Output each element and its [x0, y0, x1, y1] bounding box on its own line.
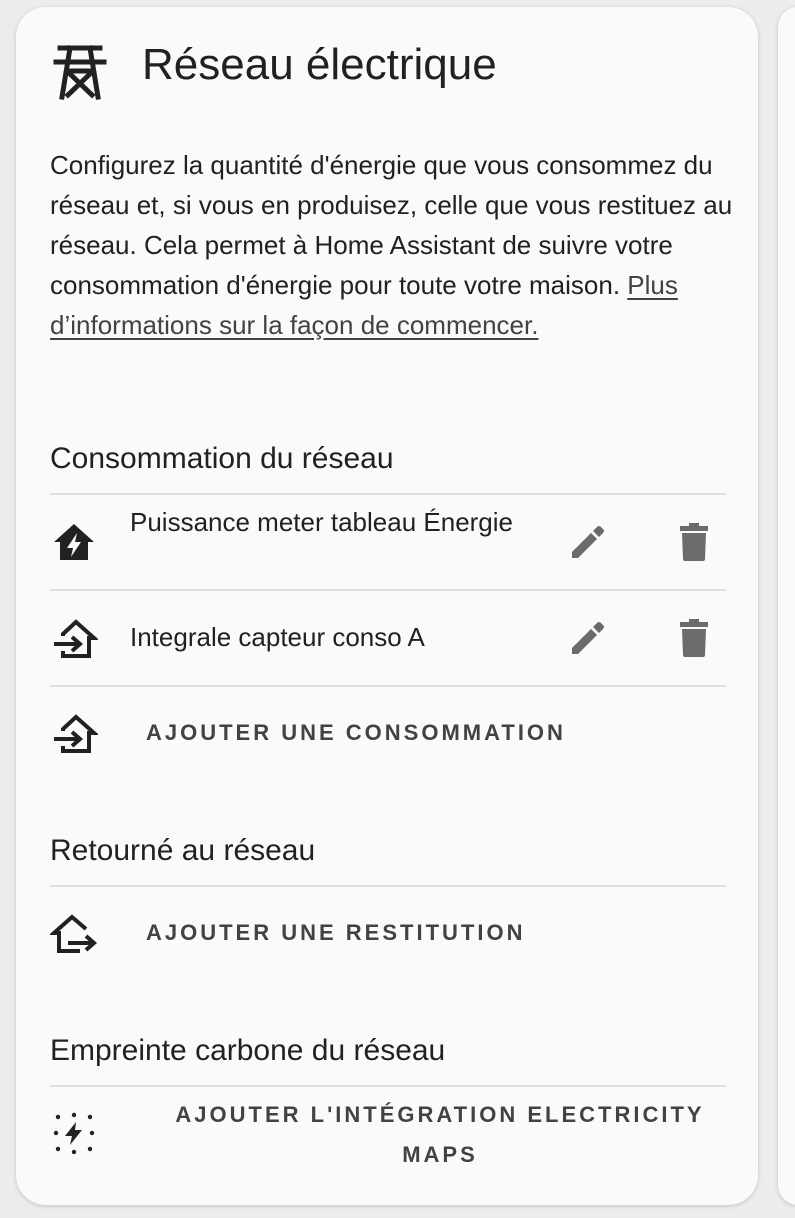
home-export-icon: [50, 909, 98, 957]
adjacent-card-edge: [778, 7, 795, 1205]
delete-consumption-button[interactable]: [670, 518, 718, 566]
add-electricity-maps-label-line1: AJOUTER L'INTÉGRATION ELECTRICITY: [175, 1102, 705, 1127]
add-electricity-maps-label-line2: MAPS: [402, 1142, 478, 1167]
home-import-icon: [50, 614, 98, 662]
home-lightning-icon: [50, 518, 98, 566]
pencil-icon: [572, 622, 604, 654]
transmission-tower-icon: [52, 39, 108, 103]
edit-consumption-button[interactable]: [564, 518, 612, 566]
add-consumption-button[interactable]: AJOUTER UNE CONSOMMATION: [146, 713, 566, 753]
add-electricity-maps-button[interactable]: AJOUTER L'INTÉGRATION ELECTRICITY MAPS: [160, 1095, 720, 1175]
page: Réseau électrique Configurez la quantité…: [0, 0, 795, 1218]
consumption-row: Integrale capteur conso A: [50, 591, 726, 685]
trash-icon: [680, 523, 708, 561]
add-return-row[interactable]: AJOUTER UNE RESTITUTION: [50, 897, 726, 969]
consumption-row: Puissance meter tableau Énergie: [50, 495, 726, 589]
trash-icon: [680, 619, 708, 657]
add-return-button[interactable]: AJOUTER UNE RESTITUTION: [146, 913, 525, 953]
divider: [50, 885, 726, 887]
divider: [50, 1085, 726, 1087]
consumption-section-title: Consommation du réseau: [50, 442, 394, 475]
add-consumption-row[interactable]: AJOUTER UNE CONSOMMATION: [50, 697, 726, 769]
delete-consumption-button[interactable]: [670, 614, 718, 662]
grid-card: Réseau électrique Configurez la quantité…: [16, 7, 758, 1205]
return-section-title: Retourné au réseau: [50, 834, 316, 867]
carbon-section-title: Empreinte carbone du réseau: [50, 1034, 446, 1067]
add-carbon-row[interactable]: AJOUTER L'INTÉGRATION ELECTRICITY MAPS: [50, 1089, 726, 1179]
card-title: Réseau électrique: [142, 40, 497, 89]
consumption-row-label: Integrale capteur conso A: [130, 622, 425, 652]
lightning-dots-icon: [50, 1109, 98, 1157]
consumption-row-label: Puissance meter tableau Énergie: [130, 507, 514, 537]
divider: [50, 685, 726, 687]
pencil-icon: [572, 526, 604, 558]
card-description: Configurez la quantité d'énergie que vou…: [50, 145, 740, 345]
home-import-icon: [50, 709, 98, 757]
card-header: Réseau électrique: [16, 7, 758, 127]
edit-consumption-button[interactable]: [564, 614, 612, 662]
